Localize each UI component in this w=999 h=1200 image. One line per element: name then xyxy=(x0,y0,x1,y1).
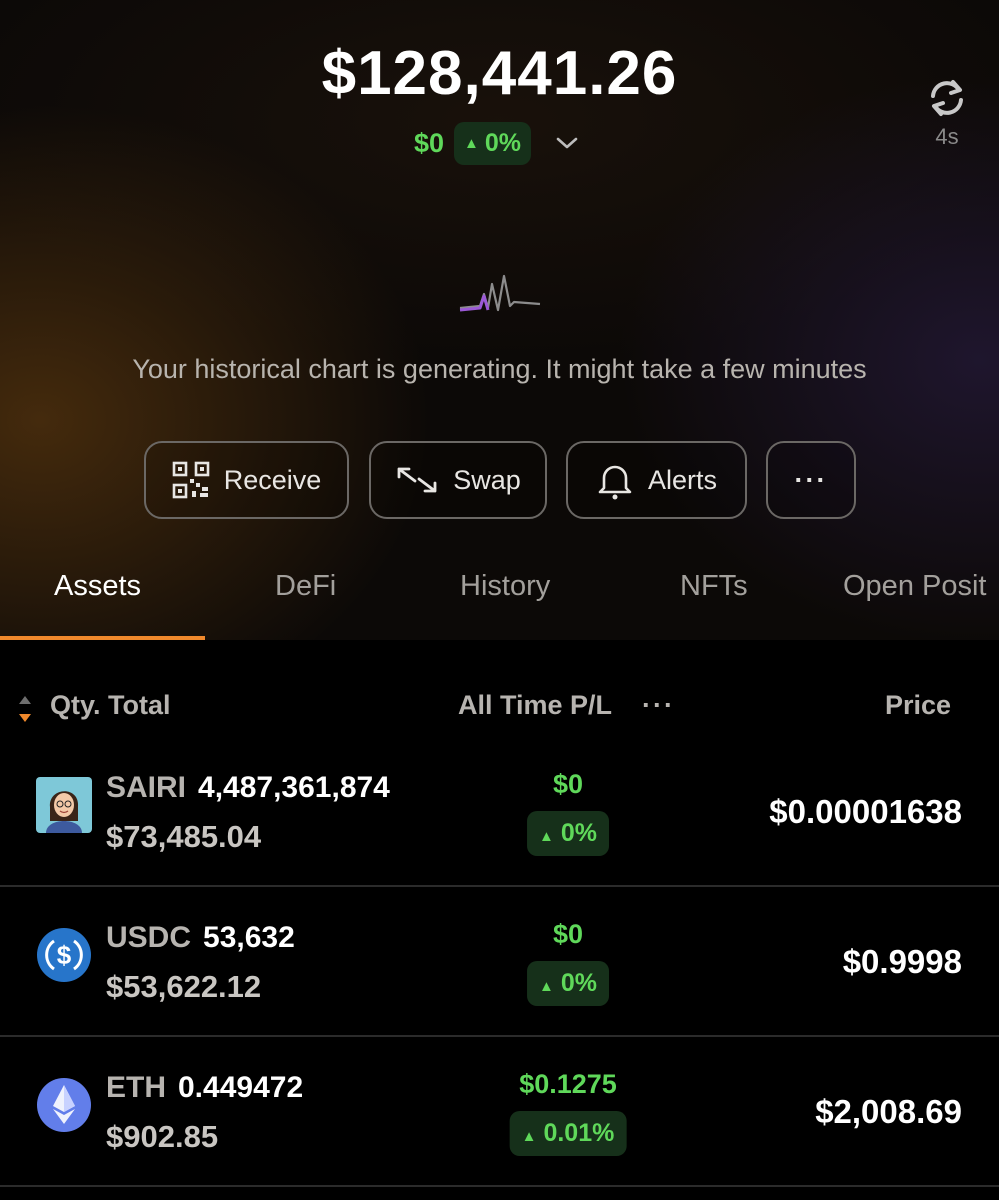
more-icon: ··· xyxy=(794,464,828,495)
tab-history[interactable]: History xyxy=(460,570,550,603)
column-all-time-pl[interactable]: All Time P/L xyxy=(458,690,612,721)
more-actions-button[interactable]: ··· xyxy=(766,441,856,519)
sort-icon[interactable] xyxy=(17,692,33,726)
chart-loading-icon xyxy=(459,274,541,312)
asset-row-sairi[interactable]: SAIRI 4,487,361,874 $73,485.04 $0 ▲ 0% $0… xyxy=(0,737,999,887)
svg-text:$: $ xyxy=(57,940,72,970)
tab-nfts[interactable]: NFTs xyxy=(680,570,748,603)
column-price[interactable]: Price xyxy=(885,690,951,721)
asset-quantity: 4,487,361,874 xyxy=(198,771,390,804)
chevron-down-icon[interactable] xyxy=(549,125,585,161)
refresh-icon xyxy=(931,80,963,116)
swap-arrows-icon xyxy=(397,467,437,493)
asset-pl-percent-badge: ▲ 0.01% xyxy=(509,1111,627,1156)
chart-generating-message: Your historical chart is generating. It … xyxy=(132,354,867,384)
asset-value: $53,622.12 xyxy=(106,969,262,1004)
avatar-icon xyxy=(36,777,92,833)
asset-row-usdc[interactable]: $ USDC 53,632 $53,622.12 $0 ▲ 0% $0.9998 xyxy=(0,887,999,1037)
asset-pl-amount: $0 xyxy=(552,769,584,799)
change-percent: 0% xyxy=(484,128,522,157)
eth-icon xyxy=(37,1078,91,1132)
asset-pl-amount: $0 xyxy=(552,919,584,949)
asset-pl-percent-badge: ▲ 0% xyxy=(527,961,609,1006)
swap-label: Swap xyxy=(453,464,521,495)
asset-pl-amount: $0.1275 xyxy=(519,1069,617,1099)
swap-button[interactable]: Swap xyxy=(369,441,547,519)
tab-assets[interactable]: Assets xyxy=(54,570,141,603)
bell-icon xyxy=(598,465,632,500)
row-divider xyxy=(0,1185,999,1187)
asset-pl-percent: 0% xyxy=(560,819,597,847)
up-triangle-icon: ▲ xyxy=(539,978,554,995)
asset-symbol: USDC xyxy=(106,921,192,954)
asset-value: $902.85 xyxy=(106,1119,219,1154)
asset-pl-percent-badge: ▲ 0% xyxy=(527,811,609,856)
asset-value: $73,485.04 xyxy=(106,819,262,854)
qr-code-icon xyxy=(172,461,210,499)
tab-defi[interactable]: DeFi xyxy=(275,570,336,603)
asset-row-eth[interactable]: ETH 0.449472 $902.85 $0.1275 ▲ 0.01% $2,0… xyxy=(0,1037,999,1187)
asset-pl-percent: 0% xyxy=(560,969,597,997)
alerts-label: Alerts xyxy=(647,464,718,495)
alerts-button[interactable]: Alerts xyxy=(566,441,747,519)
refresh-button[interactable]: 4s xyxy=(925,78,969,150)
up-triangle-icon: ▲ xyxy=(464,134,479,152)
column-qty-total[interactable]: Qty. Total xyxy=(50,690,171,721)
refresh-age: 4s xyxy=(935,124,959,149)
usdc-icon: $ xyxy=(37,928,91,982)
up-triangle-icon: ▲ xyxy=(521,1128,537,1145)
asset-price: $0.9998 xyxy=(842,943,962,980)
change-amount: $0 xyxy=(413,127,445,158)
pl-options-icon[interactable]: ··· xyxy=(642,690,675,721)
tab-open-positions[interactable]: Open Posit xyxy=(843,570,986,603)
asset-quantity: 53,632 xyxy=(203,921,295,954)
asset-pl-percent: 0.01% xyxy=(543,1119,615,1147)
total-balance: $128,441.26 xyxy=(321,39,678,108)
asset-symbol: SAIRI xyxy=(106,771,187,804)
section-tabs: Assets DeFi History NFTs Open Posit xyxy=(0,560,999,640)
up-triangle-icon: ▲ xyxy=(539,828,554,845)
change-percent-badge: ▲ 0% xyxy=(454,121,532,165)
asset-quantity: 0.449472 xyxy=(178,1071,304,1104)
balance-change[interactable]: $0 ▲ 0% xyxy=(0,120,999,166)
receive-button[interactable]: Receive xyxy=(144,441,349,519)
asset-price: $2,008.69 xyxy=(815,1093,962,1130)
receive-label: Receive xyxy=(223,464,322,495)
asset-price: $0.00001638 xyxy=(769,793,962,830)
active-tab-indicator xyxy=(0,636,205,640)
asset-symbol: ETH xyxy=(106,1071,166,1104)
